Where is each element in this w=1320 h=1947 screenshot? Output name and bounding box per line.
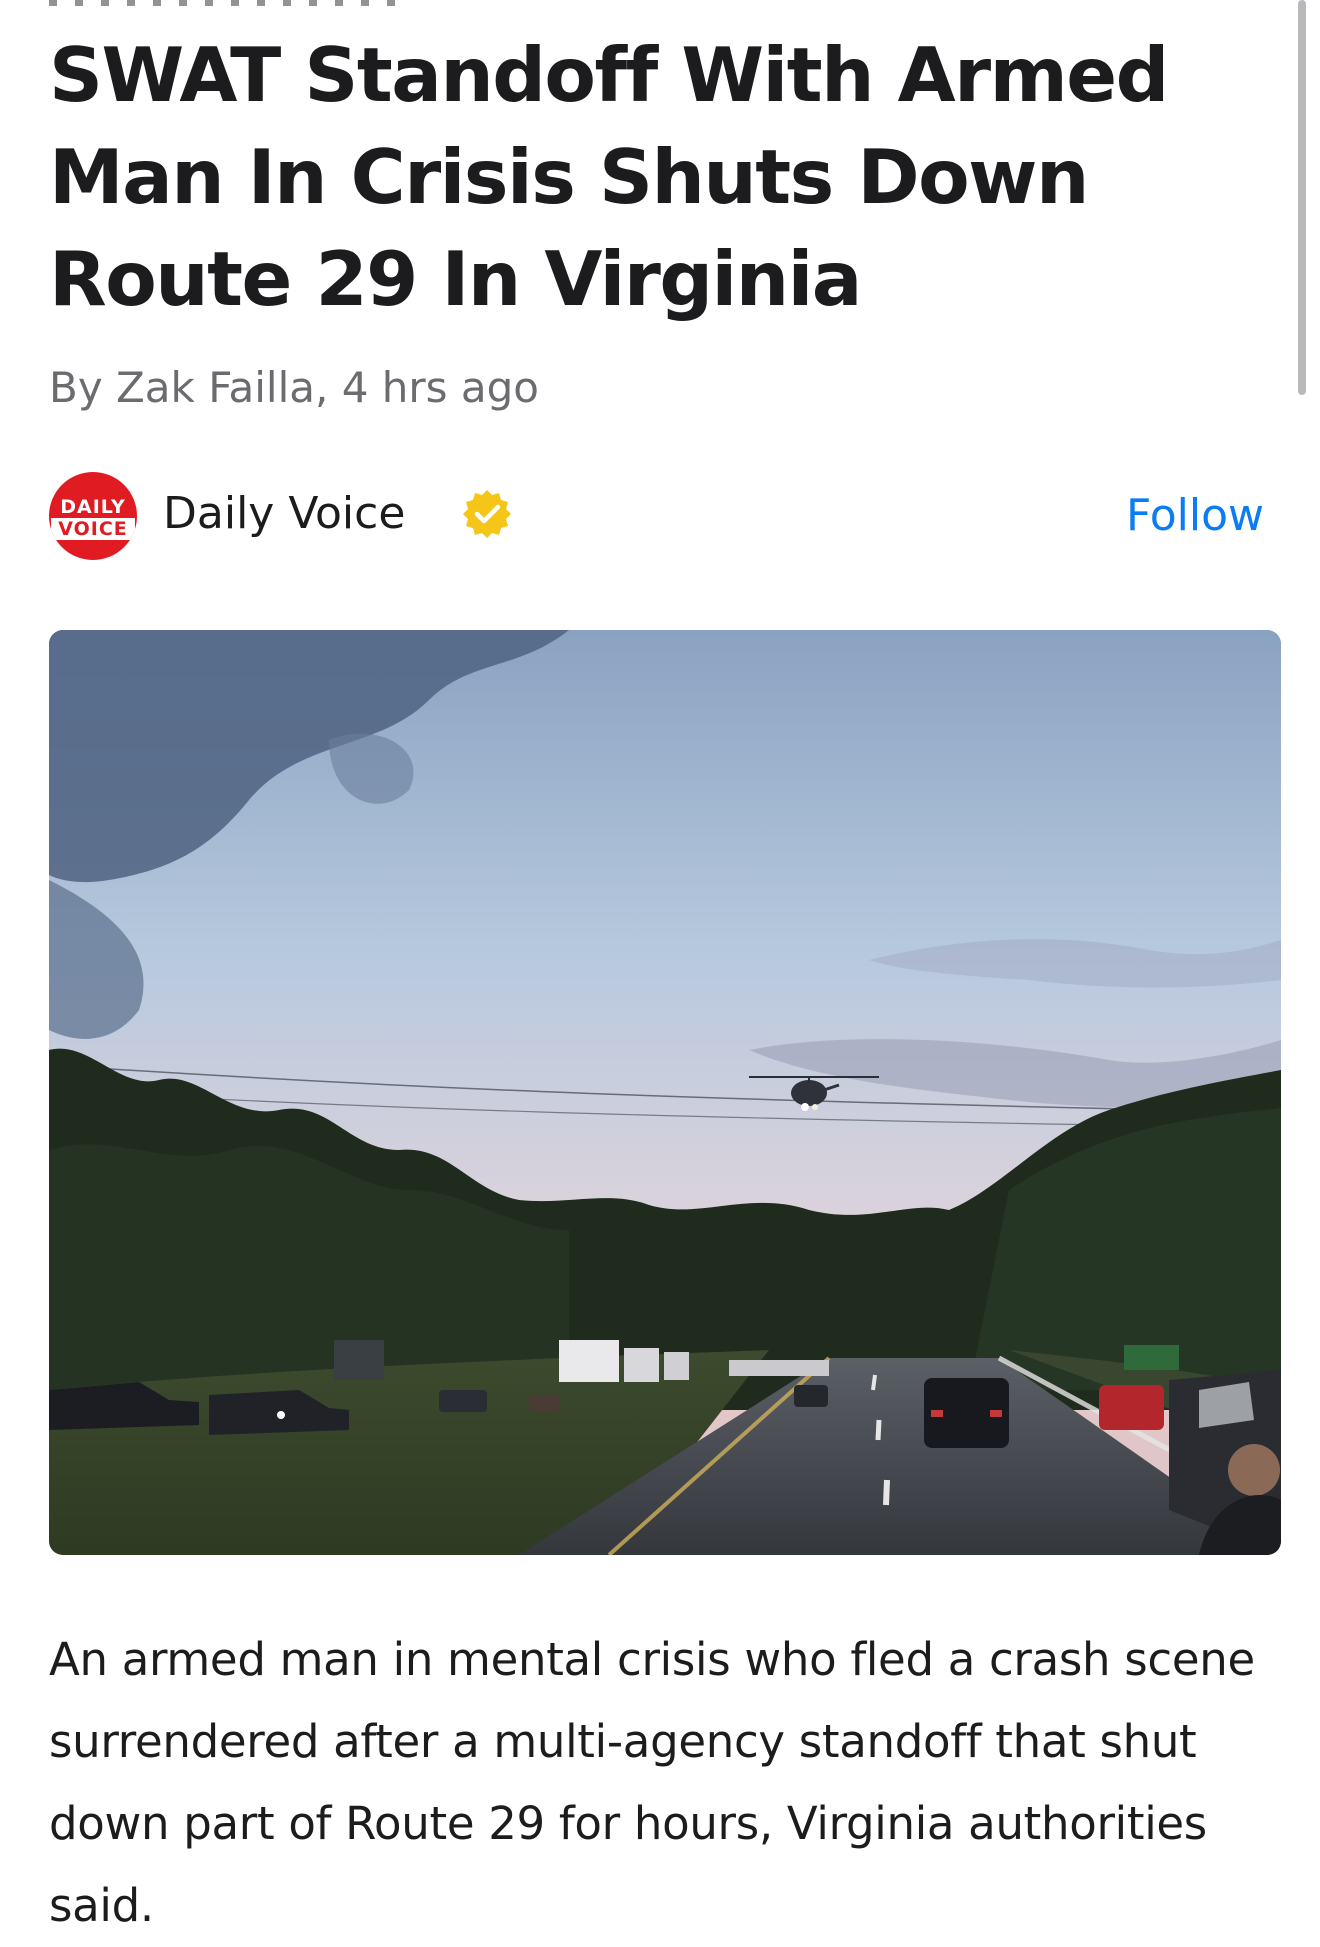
previous-content-edge	[49, 0, 409, 6]
highway-helicopter-photo	[49, 630, 1281, 1555]
article-title: SWAT Standoff With Armed Man In Crisis S…	[49, 31, 1169, 323]
verified-badge-icon	[463, 490, 511, 538]
daily-voice-logo[interactable]: DAILY VOICE	[49, 472, 137, 560]
follow-button[interactable]: Follow	[1126, 488, 1264, 544]
logo-line-2: VOICE	[51, 518, 135, 540]
source-row: DAILY VOICE Daily Voice Follow	[49, 470, 1264, 565]
article-body: An armed man in mental crisis who fled a…	[49, 1633, 1255, 1932]
logo-line-1: DAILY	[60, 496, 126, 518]
article-byline: By Zak Failla, 4 hrs ago	[49, 363, 539, 412]
article-photo[interactable]	[49, 630, 1281, 1555]
source-name[interactable]: Daily Voice	[163, 486, 405, 542]
scrollbar[interactable]	[1298, 0, 1306, 395]
